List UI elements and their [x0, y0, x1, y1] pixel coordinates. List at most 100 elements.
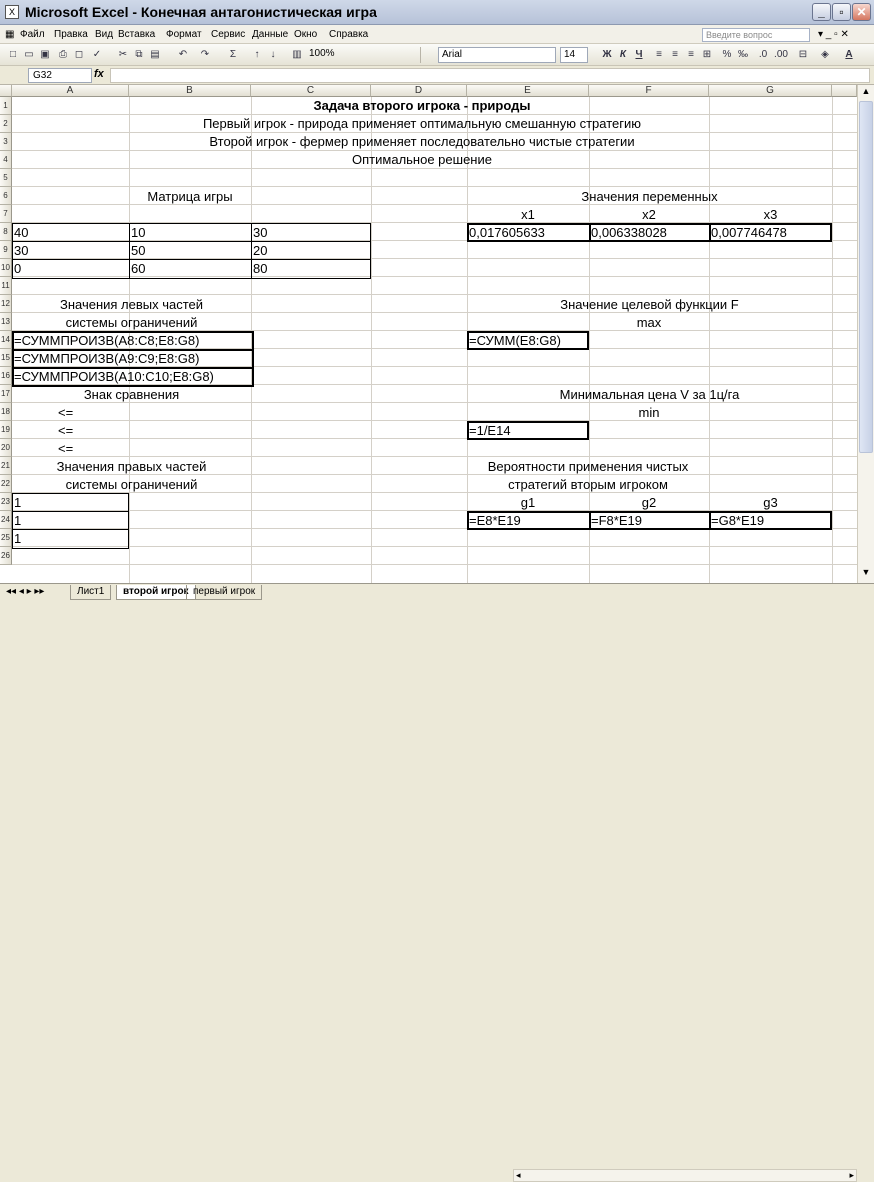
- preview-icon[interactable]: ◻: [72, 48, 86, 62]
- bold-button[interactable]: Ж: [600, 48, 614, 62]
- minimize-button[interactable]: _: [812, 3, 831, 21]
- cell-a21[interactable]: Значения правых частей: [12, 458, 251, 475]
- column-header-c[interactable]: C: [251, 85, 371, 97]
- row-header-8[interactable]: 8: [0, 223, 12, 241]
- font-color-icon[interactable]: A: [842, 48, 856, 62]
- row-header-22[interactable]: 22: [0, 475, 12, 493]
- save-icon[interactable]: ▣: [38, 48, 52, 62]
- decrease-decimal-icon[interactable]: .00: [774, 48, 788, 62]
- close-button[interactable]: ✕: [852, 3, 871, 21]
- column-header-b[interactable]: B: [129, 85, 251, 97]
- row-header-16[interactable]: 16: [0, 367, 12, 385]
- row-header-12[interactable]: 12: [0, 295, 12, 313]
- cell-a19[interactable]: <=: [56, 422, 73, 439]
- cell-e22[interactable]: стратегий вторым игроком: [467, 476, 709, 493]
- zoom-select[interactable]: 100%: [306, 47, 348, 63]
- excel-icon[interactable]: X: [5, 5, 19, 19]
- sheet-icon[interactable]: ▦: [5, 28, 14, 41]
- sort-desc-icon[interactable]: ↓: [266, 48, 280, 62]
- select-all-corner[interactable]: [0, 85, 12, 97]
- cell-a18[interactable]: <=: [56, 404, 73, 421]
- row-header-3[interactable]: 3: [0, 133, 12, 151]
- borders-icon[interactable]: ⊟: [796, 48, 810, 62]
- menu-window[interactable]: Окно: [294, 28, 317, 41]
- cell-a4[interactable]: Оптимальное решение: [12, 151, 832, 168]
- cell-a3[interactable]: Второй игрок - фермер применяет последов…: [12, 133, 832, 150]
- cell-a17[interactable]: Знак сравнения: [12, 386, 251, 403]
- font-size-select[interactable]: 14: [560, 47, 588, 63]
- open-icon[interactable]: ▭: [22, 48, 36, 62]
- cell-a20[interactable]: <=: [56, 440, 73, 457]
- scroll-down-icon[interactable]: ▼: [859, 567, 873, 581]
- row-header-13[interactable]: 13: [0, 313, 12, 331]
- cut-icon[interactable]: ✂: [116, 48, 130, 62]
- scroll-left-icon[interactable]: ◂: [516, 1170, 521, 1181]
- scroll-thumb[interactable]: [859, 101, 873, 453]
- underline-button[interactable]: Ч: [632, 48, 646, 62]
- italic-button[interactable]: К: [616, 48, 630, 62]
- row-header-25[interactable]: 25: [0, 529, 12, 547]
- column-header-d[interactable]: D: [371, 85, 467, 97]
- name-box[interactable]: G32: [28, 68, 92, 83]
- menu-tools[interactable]: Сервис: [211, 28, 245, 41]
- fill-color-icon[interactable]: ◈: [818, 48, 832, 62]
- column-header-a[interactable]: A: [12, 85, 129, 97]
- cell-e6[interactable]: Значения переменных: [467, 188, 832, 205]
- cell-a1[interactable]: Задача второго игрока - природы: [12, 97, 832, 114]
- row-header-9[interactable]: 9: [0, 241, 12, 259]
- cell-a2[interactable]: Первый игрок - природа применяет оптимал…: [12, 115, 832, 132]
- row-header-10[interactable]: 10: [0, 259, 12, 277]
- cell-b6[interactable]: Матрица игры: [129, 188, 251, 205]
- align-left-icon[interactable]: ≡: [652, 48, 666, 62]
- row-header-21[interactable]: 21: [0, 457, 12, 475]
- row-header-11[interactable]: 11: [0, 277, 12, 295]
- cell-a12[interactable]: Значения левых частей: [12, 296, 251, 313]
- sort-asc-icon[interactable]: ↑: [250, 48, 264, 62]
- row-header-17[interactable]: 17: [0, 385, 12, 403]
- autosum-icon[interactable]: Σ: [226, 48, 240, 62]
- spelling-icon[interactable]: ✓: [90, 48, 104, 62]
- column-header-e[interactable]: E: [467, 85, 589, 97]
- doc-window-controls[interactable]: ▾ _ ▫ ✕: [818, 28, 849, 41]
- scroll-right-icon[interactable]: ▸: [849, 1170, 854, 1181]
- row-header-1[interactable]: 1: [0, 97, 12, 115]
- cell-g7[interactable]: x3: [709, 206, 832, 223]
- spreadsheet-grid[interactable]: A B C D E F G 1 2 3 4 5 6 7 8 9 10 11 12 13 14 15 16 17 1…: [0, 85, 874, 583]
- chart-icon[interactable]: ▥: [290, 48, 304, 62]
- print-icon[interactable]: ⎙: [56, 48, 70, 62]
- cell-f23[interactable]: g2: [589, 494, 709, 511]
- horizontal-scrollbar[interactable]: ◂ ▸: [513, 1169, 857, 1182]
- cell-f18[interactable]: min: [589, 404, 709, 421]
- tab-sheet1[interactable]: Лист1: [70, 585, 112, 600]
- cell-f7[interactable]: x2: [589, 206, 709, 223]
- cell-e7[interactable]: x1: [467, 206, 589, 223]
- column-header-f[interactable]: F: [589, 85, 709, 97]
- row-header-23[interactable]: 23: [0, 493, 12, 511]
- menu-insert[interactable]: Вставка: [118, 28, 155, 41]
- cell-e12[interactable]: Значение целевой функции F: [467, 296, 832, 313]
- tab-second-player[interactable]: второй игрок: [116, 585, 196, 600]
- row-header-26[interactable]: 26: [0, 547, 12, 565]
- row-header-18[interactable]: 18: [0, 403, 12, 421]
- menu-help[interactable]: Справка: [329, 28, 368, 41]
- increase-decimal-icon[interactable]: .0: [756, 48, 770, 62]
- align-center-icon[interactable]: ≡: [668, 48, 682, 62]
- row-header-7[interactable]: 7: [0, 205, 12, 223]
- cell-a22[interactable]: системы ограничений: [12, 476, 251, 493]
- cell-a13[interactable]: системы ограничений: [12, 314, 251, 331]
- help-search-input[interactable]: Введите вопрос: [702, 28, 810, 42]
- align-right-icon[interactable]: ≡: [684, 48, 698, 62]
- redo-icon[interactable]: ↷: [198, 48, 212, 62]
- merge-icon[interactable]: ⊞: [700, 48, 714, 62]
- scroll-up-icon[interactable]: ▲: [859, 86, 873, 100]
- font-select[interactable]: Arial: [438, 47, 556, 63]
- fx-icon[interactable]: fx: [94, 68, 104, 80]
- cell-f13[interactable]: max: [589, 314, 709, 331]
- row-header-15[interactable]: 15: [0, 349, 12, 367]
- menu-format[interactable]: Формат: [166, 28, 202, 41]
- menu-edit[interactable]: Правка: [54, 28, 88, 41]
- row-header-2[interactable]: 2: [0, 115, 12, 133]
- cell-e23[interactable]: g1: [467, 494, 589, 511]
- thousands-icon[interactable]: ‰: [736, 48, 750, 62]
- undo-icon[interactable]: ↶: [176, 48, 190, 62]
